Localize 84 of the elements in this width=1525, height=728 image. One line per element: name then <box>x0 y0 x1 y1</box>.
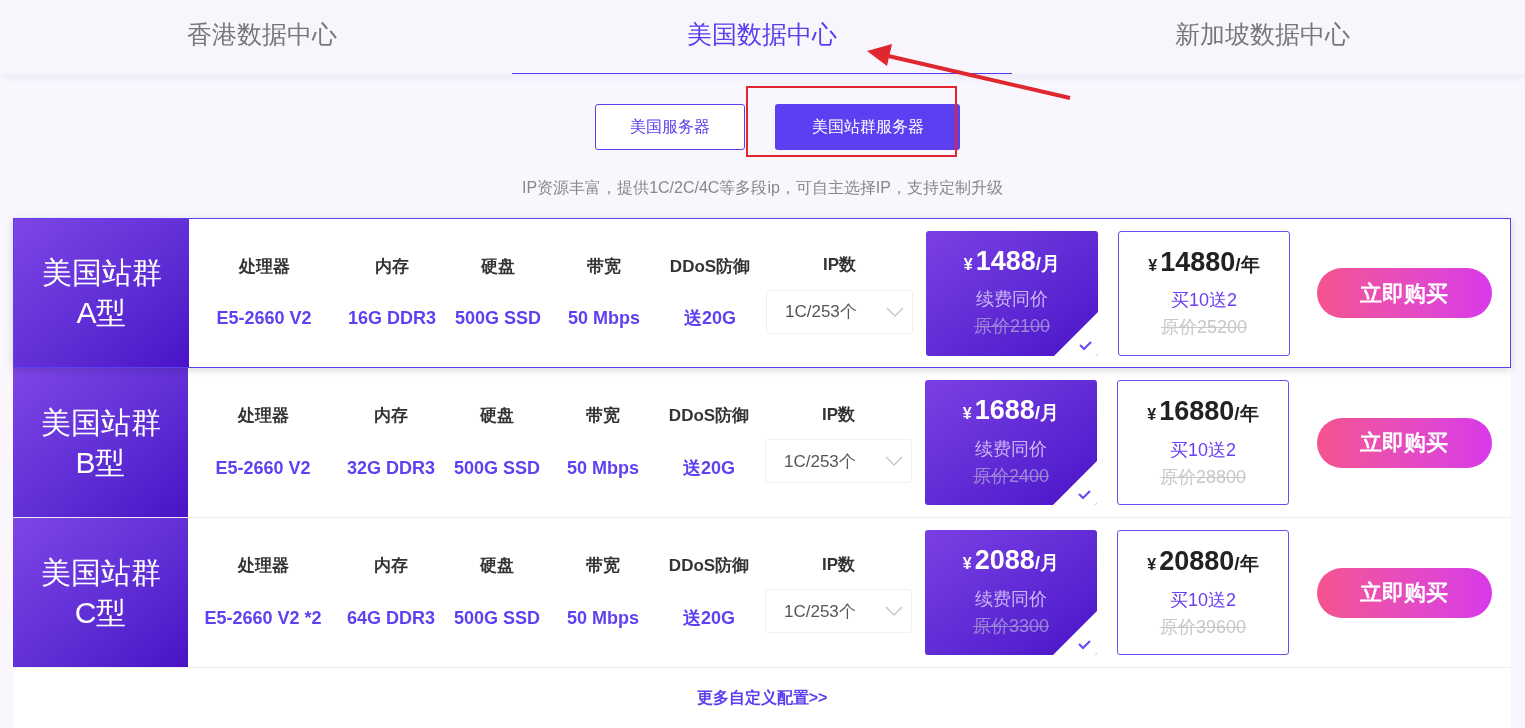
price-unit: /月 <box>1034 402 1060 425</box>
spec-value: 500G SSD <box>453 606 540 630</box>
spec-label: 处理器 <box>238 255 290 278</box>
price-note: 买10送2 <box>1170 289 1237 312</box>
select-value: 1C/253个 <box>784 450 856 473</box>
chevron-down-icon <box>886 306 904 317</box>
price-amount: 1488 <box>975 244 1036 278</box>
check-corner-icon <box>1053 461 1097 505</box>
currency-symbol: ¥ <box>1147 405 1157 425</box>
spec-value: 50 Mbps <box>568 307 640 331</box>
datacenter-tab[interactable]: 香港数据中心 <box>12 0 512 74</box>
price-amount: 16880 <box>1159 395 1235 428</box>
spec-value: E5-2660 V2 <box>215 456 311 480</box>
currency-symbol: ¥ <box>1148 255 1158 276</box>
select-value: 1C/253个 <box>784 600 856 623</box>
spec-value: 50 Mbps <box>567 606 639 630</box>
price-note: 续费同价 <box>975 437 1047 461</box>
spec-label: 带宽 <box>586 555 620 578</box>
spec-value: 送20G <box>683 606 735 630</box>
spec-value: E5-2660 V2 *2 <box>204 606 322 630</box>
price-unit: /年 <box>1234 403 1259 426</box>
spec-label: IP数 <box>822 254 857 277</box>
spec-label: 带宽 <box>586 405 620 428</box>
price-card[interactable]: ¥1488/月 续费同价 原价2100 <box>926 230 1098 356</box>
spec-label: 硬盘 <box>480 405 514 428</box>
price-note: 续费同价 <box>976 288 1048 311</box>
spec-value: 送20G <box>683 456 735 480</box>
currency-symbol: ¥ <box>962 554 972 574</box>
spec-label: 带宽 <box>587 255 621 278</box>
currency-symbol: ¥ <box>962 404 972 424</box>
currency-symbol: ¥ <box>1147 555 1157 575</box>
server-type-tab[interactable]: 美国服务器 <box>595 104 745 150</box>
spec-label: 处理器 <box>237 405 289 428</box>
chevron-down-icon <box>885 606 903 617</box>
spec-value: 32G DDR3 <box>347 456 435 480</box>
spec-label: DDoS防御 <box>669 255 751 278</box>
spec-label: DDoS防御 <box>668 555 750 578</box>
server-type-tab[interactable]: 美国站群服务器 <box>775 104 960 150</box>
price-unit: /年 <box>1234 553 1259 576</box>
price-amount: 2088 <box>974 544 1035 577</box>
original-price: 原价2100 <box>973 315 1050 338</box>
price-amount: 14880 <box>1160 245 1236 279</box>
spec-label: IP数 <box>821 553 856 576</box>
spec-value: E5-2660 V2 <box>216 307 312 331</box>
price-note: 买10送2 <box>1169 438 1236 462</box>
price-card[interactable]: ¥2088/月 续费同价 原价3300 <box>925 530 1097 655</box>
spec-label: 内存 <box>374 405 408 428</box>
check-corner-icon <box>1054 311 1098 356</box>
description: IP资源丰富，提供1C/2C/4C等多段ip，可自主选择IP，支持定制升级 <box>521 178 1004 198</box>
plan-name: 美国站群C型 <box>39 554 162 631</box>
ip-select[interactable]: 1C/253个 <box>765 439 912 484</box>
spec-label: 处理器 <box>237 555 289 578</box>
price-unit: /月 <box>1034 552 1060 575</box>
plan-name: 美国站群B型 <box>39 404 162 481</box>
price-amount: 1688 <box>974 394 1035 427</box>
check-corner-icon <box>1053 611 1097 655</box>
select-value: 1C/253个 <box>785 301 857 323</box>
original-price: 原价3300 <box>972 614 1049 638</box>
price-card[interactable]: ¥1688/月 续费同价 原价2400 <box>925 380 1097 505</box>
more-config-link[interactable]: 更多自定义配置>> <box>696 686 828 710</box>
ip-select[interactable]: 1C/253个 <box>766 289 913 334</box>
price-note: 续费同价 <box>975 587 1047 611</box>
spec-value: 500G SSD <box>454 307 541 331</box>
spec-label: 硬盘 <box>481 255 515 278</box>
datacenter-tab[interactable]: 新加坡数据中心 <box>1012 0 1512 74</box>
currency-symbol: ¥ <box>963 254 973 275</box>
spec-label: 内存 <box>374 555 408 578</box>
price-unit: /月 <box>1035 252 1061 276</box>
chevron-down-icon <box>885 456 903 467</box>
spec-value: 送20G <box>684 307 736 331</box>
original-price: 原价2400 <box>972 464 1049 488</box>
price-unit: /年 <box>1235 253 1260 277</box>
price-amount: 20880 <box>1159 545 1235 578</box>
price-note: 买10送2 <box>1169 588 1236 612</box>
spec-value: 64G DDR3 <box>347 606 435 630</box>
spec-value: 16G DDR3 <box>348 307 436 331</box>
plan-name: 美国站群A型 <box>40 255 163 331</box>
spec-value: 50 Mbps <box>567 456 639 480</box>
spec-label: IP数 <box>821 403 856 426</box>
spec-value: 500G SSD <box>453 456 540 480</box>
spec-label: DDoS防御 <box>668 405 750 428</box>
spec-label: 内存 <box>375 255 409 278</box>
spec-label: 硬盘 <box>480 555 514 578</box>
ip-select[interactable]: 1C/253个 <box>765 589 912 634</box>
